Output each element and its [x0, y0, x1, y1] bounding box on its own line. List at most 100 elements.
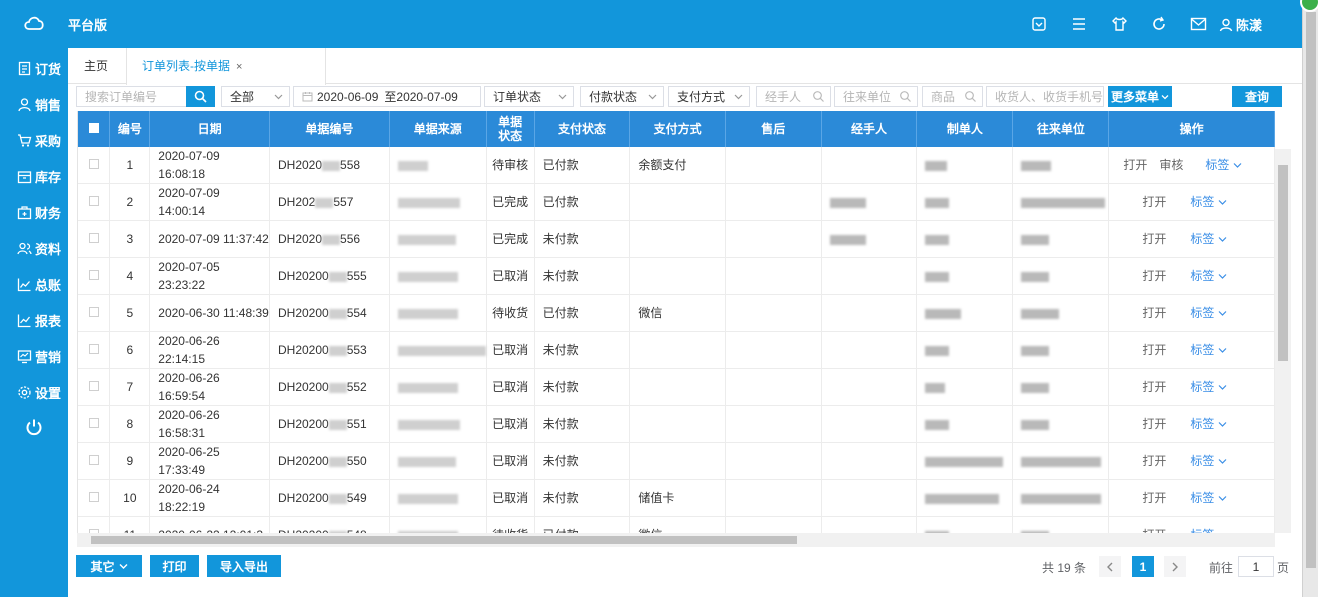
window-scrollbar[interactable] [1302, 0, 1318, 597]
window-scrollbar-thumb[interactable] [1306, 12, 1316, 568]
header-no[interactable]: 编号 [109, 111, 151, 147]
tag-dropdown[interactable]: 标签 [1190, 454, 1227, 468]
shirt-icon[interactable] [1109, 14, 1129, 34]
goto-page-input[interactable] [1238, 556, 1274, 577]
power-icon[interactable] [25, 418, 43, 436]
other-button[interactable]: 其它 [76, 555, 142, 577]
table-row[interactable]: 10 2020-06-24 18:22:19 DH20200 549 已取消 未付款 储值卡… [78, 479, 1275, 517]
row-select-cell[interactable] [78, 479, 111, 517]
row-checkbox[interactable] [88, 491, 99, 502]
sidebar-item-order[interactable]: 订货 [0, 56, 68, 80]
tag-dropdown[interactable]: 标签 [1205, 158, 1242, 172]
row-select-cell[interactable] [78, 257, 111, 296]
partner-input[interactable]: 往来单位 [834, 86, 918, 107]
print-button[interactable]: 打印 [150, 555, 199, 577]
mail-icon[interactable] [1188, 14, 1208, 34]
sidebar-item-finance[interactable]: 财务 [0, 200, 68, 224]
row-checkbox[interactable] [88, 306, 99, 317]
tag-dropdown[interactable]: 标签 [1190, 343, 1227, 357]
scope-select[interactable]: 全部 [221, 86, 290, 107]
header-handler[interactable]: 经手人 [821, 111, 918, 147]
row-checkbox[interactable] [88, 380, 99, 391]
horizontal-scrollbar-thumb[interactable] [91, 536, 797, 544]
sidebar-item-marketing[interactable]: 营销 [0, 344, 68, 368]
table-row[interactable]: 7 2020-06-26 16:59:54 DH20200 552 已取消 未付款 打开 标签 [78, 368, 1275, 406]
table-row[interactable]: 9 2020-06-25 17:33:49 DH20200 550 已取消 未付款 打开 标签 [78, 442, 1275, 480]
prev-page-button[interactable] [1099, 556, 1121, 577]
table-vertical-scrollbar[interactable] [1275, 149, 1291, 533]
row-checkbox[interactable] [88, 343, 99, 354]
sidebar-item-inventory[interactable]: 库存 [0, 164, 68, 188]
sidebar-item-ledger[interactable]: 总账 [0, 272, 68, 296]
header-maker[interactable]: 制单人 [916, 111, 1014, 147]
row-checkbox[interactable] [88, 454, 99, 465]
row-select-cell[interactable] [78, 147, 111, 185]
open-button[interactable]: 打开 [1142, 343, 1166, 357]
header-source[interactable]: 单据来源 [389, 111, 487, 147]
pay-status-select[interactable]: 付款状态 [580, 86, 664, 107]
header-status[interactable]: 单据状态 [486, 111, 535, 147]
table-horizontal-scrollbar[interactable] [77, 533, 1275, 547]
table-row[interactable]: 8 2020-06-26 16:58:31 DH20200 551 已取消 未付款 打开 标签 [78, 405, 1275, 443]
next-page-button[interactable] [1164, 556, 1186, 577]
tab-order-list[interactable]: 订单列表-按单据 × [126, 48, 326, 85]
tag-dropdown[interactable]: 标签 [1190, 491, 1227, 505]
open-button[interactable]: 打开 [1142, 232, 1166, 246]
open-button[interactable]: 打开 [1142, 454, 1166, 468]
row-select-cell[interactable] [78, 516, 111, 533]
audit-button[interactable]: 审核 [1159, 158, 1183, 172]
row-checkbox[interactable] [88, 159, 99, 170]
pay-method-select[interactable]: 支付方式 [668, 86, 750, 107]
sidebar-item-settings[interactable]: 设置 [0, 380, 68, 404]
tag-dropdown[interactable]: 标签 [1190, 232, 1227, 246]
table-row[interactable]: 1 2020-07-09 16:08:18 DH2020 558 待审核 已付款 余额支付 打… [78, 147, 1275, 185]
menu-icon[interactable] [1069, 14, 1089, 34]
order-status-select[interactable]: 订单状态 [484, 86, 574, 107]
tab-home[interactable]: 主页 [84, 48, 108, 84]
tag-dropdown[interactable]: 标签 [1190, 269, 1227, 283]
search-button[interactable] [186, 86, 215, 107]
table-row[interactable]: 112020-06-22 12:01:3DH20200548 待收货已付款微信 打开… [78, 516, 1275, 533]
import-export-button[interactable]: 导入导出 [207, 555, 281, 577]
select-all-checkbox[interactable] [88, 123, 99, 133]
search-input[interactable]: 搜索订单编号 [76, 86, 187, 107]
tag-dropdown[interactable]: 标签 [1190, 195, 1227, 209]
table-row[interactable]: 6 2020-06-26 22:14:15 DH20200 553 已取消 未付款 打开 标签 [78, 331, 1275, 369]
receiver-input[interactable]: 收货人、收货手机号 [986, 86, 1104, 107]
sidebar-item-sales[interactable]: 销售 [0, 92, 68, 116]
row-checkbox[interactable] [88, 417, 99, 428]
row-select-cell[interactable] [78, 368, 111, 406]
open-button[interactable]: 打开 [1142, 306, 1166, 320]
user-menu[interactable]: 陈漾 [1219, 15, 1262, 34]
handler-input[interactable]: 经手人 [756, 86, 831, 107]
header-pay-method[interactable]: 支付方式 [629, 111, 726, 147]
tag-dropdown[interactable]: 标签 [1190, 417, 1227, 431]
row-select-cell[interactable] [78, 183, 111, 222]
open-button[interactable]: 打开 [1142, 269, 1166, 283]
date-range-picker[interactable]: 2020-06-09 至 2020-07-09 [293, 86, 481, 107]
table-row[interactable]: 4 2020-07-05 23:23:22 DH20200 555 已取消 未付款 打开 标签 [78, 257, 1275, 296]
open-button[interactable]: 打开 [1142, 380, 1166, 394]
query-button[interactable]: 查询 [1232, 86, 1282, 107]
more-menu-button[interactable]: 更多菜单 [1108, 86, 1172, 107]
header-after-sale[interactable]: 售后 [725, 111, 822, 147]
open-button[interactable]: 打开 [1123, 158, 1147, 172]
tag-dropdown[interactable]: 标签 [1190, 380, 1227, 394]
row-checkbox[interactable] [88, 270, 99, 281]
close-icon[interactable]: × [236, 61, 242, 73]
header-pay-status[interactable]: 支付状态 [534, 111, 631, 147]
vertical-scrollbar-thumb[interactable] [1278, 165, 1288, 361]
row-select-cell[interactable] [78, 331, 111, 369]
table-row[interactable]: 2 2020-07-09 14:00:14 DH202 557 已完成 已付款 打开 标签 [78, 183, 1275, 222]
row-select-cell[interactable] [78, 442, 111, 480]
sidebar-item-report[interactable]: 报表 [0, 308, 68, 332]
row-select-cell[interactable] [78, 220, 111, 259]
dropdown-box-icon[interactable] [1029, 14, 1049, 34]
open-button[interactable]: 打开 [1142, 491, 1166, 505]
open-button[interactable]: 打开 [1142, 195, 1166, 209]
row-checkbox[interactable] [88, 233, 99, 244]
refresh-icon[interactable] [1149, 14, 1169, 34]
header-code[interactable]: 单据编号 [269, 111, 390, 147]
open-button[interactable]: 打开 [1142, 417, 1166, 431]
header-partner[interactable]: 往来单位 [1012, 111, 1110, 147]
